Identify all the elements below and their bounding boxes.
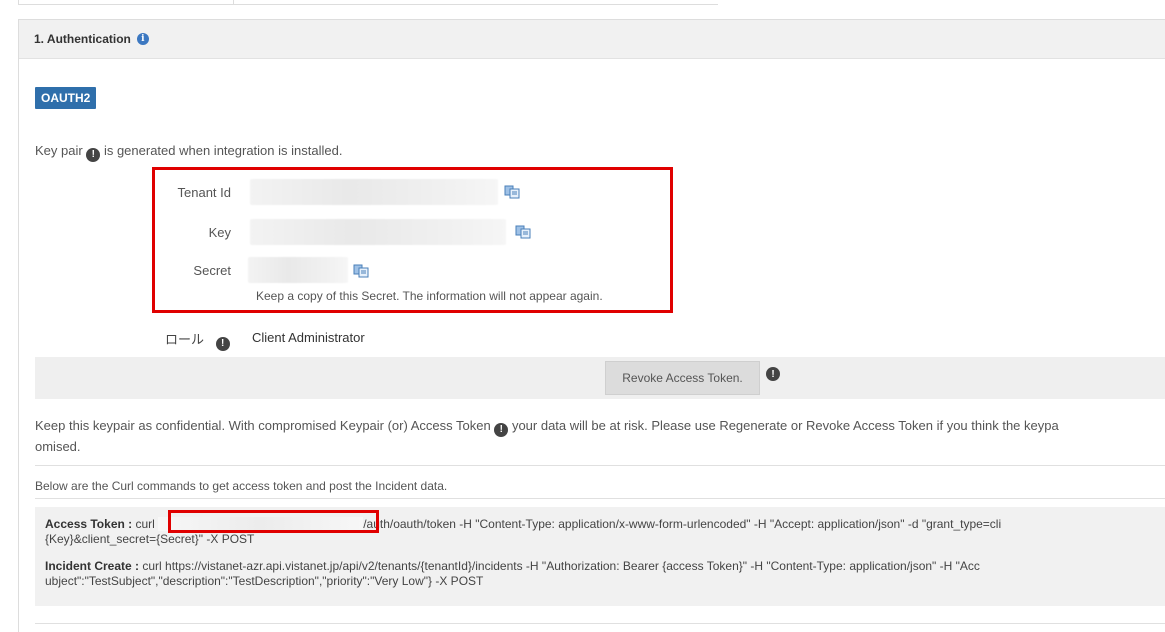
copy-clipboard-icon[interactable] <box>353 264 369 278</box>
exclamation-icon[interactable]: ! <box>494 423 509 437</box>
intro-suffix: is generated when integration is install… <box>103 143 343 158</box>
role-label: ロール ! <box>165 329 230 351</box>
warning-suffix: your data will be at risk. Please use Re… <box>511 418 1059 433</box>
warning-line2: omised. <box>35 439 81 454</box>
keypair-intro: Key pair ! is generated when integration… <box>35 143 342 162</box>
role-value: Client Administrator <box>252 330 365 345</box>
info-circle-icon[interactable]: i <box>136 33 149 45</box>
copy-clipboard-icon[interactable] <box>515 225 531 239</box>
divider <box>35 623 1165 624</box>
section-header: 1. Authentication i <box>19 20 1165 59</box>
access-token-line-2: {Key}&client_secret={Secret}" -X POST <box>45 532 255 546</box>
divider <box>35 498 1165 499</box>
divider <box>35 465 1165 466</box>
active-tab-edge[interactable] <box>18 0 234 4</box>
access-token-command: /auth/oauth/token -H "Content-Type: appl… <box>363 517 1002 531</box>
secret-value <box>248 257 348 283</box>
copy-clipboard-icon[interactable] <box>504 185 520 199</box>
endpoint-highlight-box <box>168 510 379 533</box>
exclamation-icon[interactable]: ! <box>86 147 101 162</box>
warning-prefix: Keep this keypair as confidential. With … <box>35 418 491 433</box>
incident-create-line: Incident Create : curl https://vistanet-… <box>45 559 980 574</box>
access-token-prefix: curl <box>135 517 155 531</box>
tenant-id-label: Tenant Id <box>177 185 232 200</box>
exclamation-icon[interactable]: ! <box>766 367 780 381</box>
incident-create-line-2: ubject":"TestSubject","description":"Tes… <box>45 574 484 588</box>
access-token-label: Access Token : <box>45 517 133 531</box>
role-label-text: ロール <box>165 332 205 347</box>
revoke-bar: Revoke Access Token. ! <box>35 357 1165 399</box>
tenant-id-value <box>250 179 498 205</box>
revoke-access-token-button[interactable]: Revoke Access Token. <box>605 361 760 395</box>
confidential-warning: Keep this keypair as confidential. With … <box>35 416 1165 457</box>
incident-create-command: curl https://vistanet-azr.api.vistanet.j… <box>142 559 980 573</box>
incident-create-label: Incident Create : <box>45 559 140 573</box>
section-title: 1. Authentication <box>34 32 131 46</box>
intro-prefix: Key pair <box>35 143 83 158</box>
key-label: Key <box>208 225 231 240</box>
exclamation-icon[interactable]: ! <box>215 336 230 351</box>
key-value <box>250 219 506 245</box>
secret-label: Secret <box>193 263 231 278</box>
secret-note: Keep a copy of this Secret. The informat… <box>256 289 603 303</box>
top-tab-strip <box>18 0 718 5</box>
curl-intro: Below are the Curl commands to get acces… <box>35 479 448 493</box>
auth-type-badge: OAUTH2 <box>35 87 97 109</box>
